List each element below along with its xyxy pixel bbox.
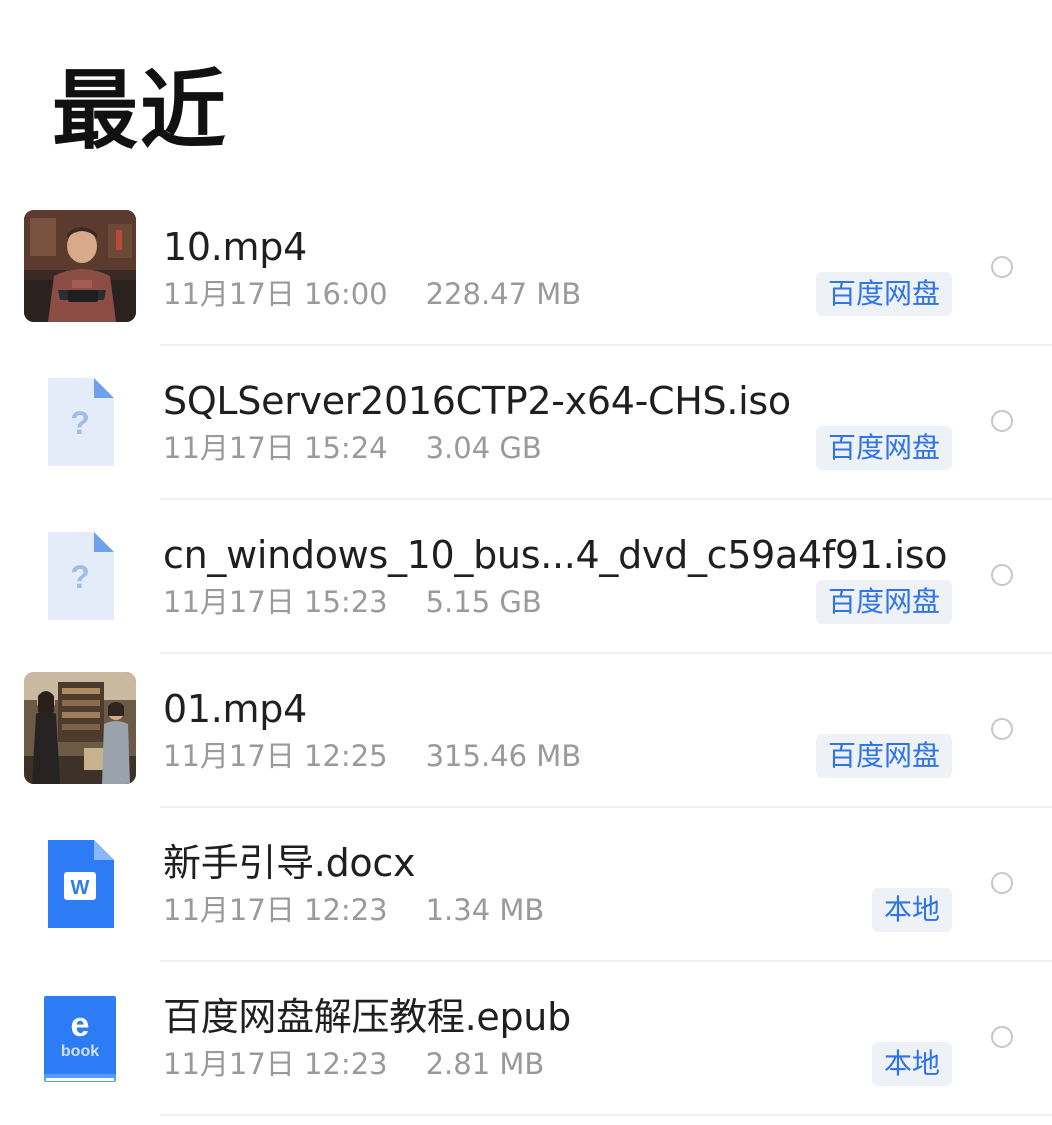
unknown-file-glyph: ? xyxy=(70,405,90,441)
ebook-caption: book xyxy=(61,1043,99,1060)
file-date: 11月17日 15:24 xyxy=(163,431,388,465)
file-meta: 11月17日 12:23 2.81 MB xyxy=(163,1046,544,1082)
unknown-file-icon: ? xyxy=(42,528,118,624)
select-radio-button[interactable] xyxy=(991,410,1013,432)
file-row[interactable]: ? cn_windows_10_bus...4_dvd_c59a4f91.iso… xyxy=(0,500,1052,654)
file-name: cn_windows_10_bus...4_dvd_c59a4f91.iso xyxy=(163,533,948,577)
ebook-glyph: e xyxy=(71,1006,90,1044)
file-name: 01.mp4 xyxy=(163,687,307,731)
page-title: 最近 xyxy=(52,61,228,161)
file-size: 2.81 MB xyxy=(425,1047,545,1081)
source-badge: 百度网盘 xyxy=(815,580,952,624)
file-meta: 11月17日 15:23 5.15 GB xyxy=(163,584,542,620)
file-size: 3.04 GB xyxy=(425,431,542,465)
video-thumbnail xyxy=(24,672,136,784)
file-meta: 11月17日 12:23 1.34 MB xyxy=(163,892,544,928)
unknown-file-glyph: ? xyxy=(70,559,90,595)
select-radio-button[interactable] xyxy=(991,564,1013,586)
word-document-glyph: W xyxy=(71,877,90,899)
source-badge: 百度网盘 xyxy=(815,426,952,470)
file-meta: 11月17日 15:24 3.04 GB xyxy=(163,430,542,466)
select-radio-button[interactable] xyxy=(991,718,1013,740)
file-date: 11月17日 12:25 xyxy=(163,739,388,773)
row-divider xyxy=(160,1114,1052,1116)
file-row[interactable]: 01.mp4 11月17日 12:25 315.46 MB 百度网盘 xyxy=(0,654,1052,808)
source-badge: 本地 xyxy=(871,1042,952,1086)
file-row[interactable]: W 新手引导.docx 11月17日 12:23 1.34 MB 本地 xyxy=(0,808,1052,962)
unknown-file-icon: ? xyxy=(42,374,118,470)
file-meta: 11月17日 12:25 315.46 MB xyxy=(163,738,581,774)
recent-file-list: 10.mp4 11月17日 16:00 228.47 MB 百度网盘 ? SQLS… xyxy=(0,192,1052,1116)
file-row[interactable]: ? SQLServer2016CTP2-x64-CHS.iso 11月17日 1… xyxy=(0,346,1052,500)
file-row[interactable]: e book 百度网盘解压教程.epub 11月17日 12:23 2.81 MB… xyxy=(0,962,1052,1116)
file-date: 11月17日 15:23 xyxy=(163,585,388,619)
select-radio-button[interactable] xyxy=(991,1026,1013,1048)
file-name: SQLServer2016CTP2-x64-CHS.iso xyxy=(163,379,791,423)
word-document-icon: W xyxy=(42,836,118,932)
source-badge: 百度网盘 xyxy=(815,734,952,778)
file-date: 11月17日 12:23 xyxy=(163,1047,388,1081)
ebook-icon: e book xyxy=(42,990,118,1086)
file-name: 百度网盘解压教程.epub xyxy=(163,995,571,1039)
file-size: 315.46 MB xyxy=(425,739,582,773)
source-badge: 本地 xyxy=(871,888,952,932)
file-size: 5.15 GB xyxy=(425,585,542,619)
select-radio-button[interactable] xyxy=(991,872,1013,894)
video-thumbnail xyxy=(24,210,136,322)
file-size: 1.34 MB xyxy=(425,893,545,927)
file-size: 228.47 MB xyxy=(425,277,582,311)
file-name: 10.mp4 xyxy=(163,225,307,269)
source-badge: 百度网盘 xyxy=(815,272,952,316)
file-name: 新手引导.docx xyxy=(163,841,416,885)
file-date: 11月17日 12:23 xyxy=(163,893,388,927)
select-radio-button[interactable] xyxy=(991,256,1013,278)
file-row[interactable]: 10.mp4 11月17日 16:00 228.47 MB 百度网盘 xyxy=(0,192,1052,346)
file-meta: 11月17日 16:00 228.47 MB xyxy=(163,276,581,312)
file-date: 11月17日 16:00 xyxy=(163,277,388,311)
